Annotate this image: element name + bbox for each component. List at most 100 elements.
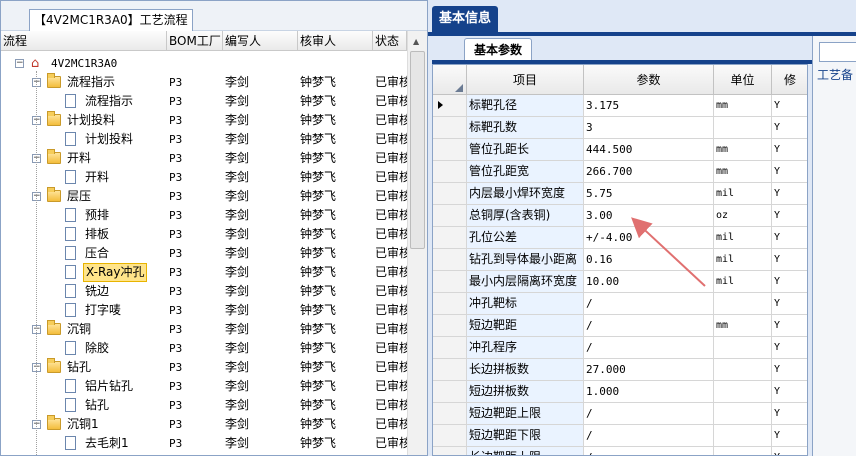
row-indicator[interactable]: [433, 315, 467, 336]
tree-item-row[interactable]: 排板 P3 李剑 钟梦飞 已审核: [1, 225, 407, 244]
row-indicator[interactable]: [433, 447, 467, 455]
row-indicator[interactable]: [433, 139, 467, 160]
tree-item-row[interactable]: 计划投料 P3 李剑 钟梦飞 已审核: [1, 130, 407, 149]
param-row[interactable]: 管位孔距宽 266.700 mm Y: [433, 161, 807, 183]
col-header-status[interactable]: 状态: [373, 31, 407, 51]
param-value-cell[interactable]: /: [584, 293, 714, 314]
row-indicator[interactable]: [433, 205, 467, 226]
param-row[interactable]: 最小内层隔离环宽度 10.00 mil Y: [433, 271, 807, 293]
tree-item-row[interactable]: 除胶 P3 李剑 钟梦飞 已审核: [1, 339, 407, 358]
param-row[interactable]: 内层最小焊环宽度 5.75 mil Y: [433, 183, 807, 205]
writer-cell: 李剑: [225, 322, 250, 336]
tree-group-row[interactable]: −沉铜1P3李剑钟梦飞已审核: [1, 415, 407, 434]
param-row[interactable]: 总铜厚(含表铜) 3.00 oz Y: [433, 205, 807, 227]
col-header-param[interactable]: 参数: [584, 65, 714, 95]
param-row[interactable]: 冲孔靶标 / Y: [433, 293, 807, 315]
param-value-cell[interactable]: /: [584, 337, 714, 358]
param-value-cell[interactable]: 3.175: [584, 95, 714, 116]
col-header-modify[interactable]: 修: [772, 65, 807, 95]
param-value-cell[interactable]: 266.700: [584, 161, 714, 182]
tree-group-row[interactable]: −钻孔P3李剑钟梦飞已审核: [1, 358, 407, 377]
param-row[interactable]: 孔位公差 +/-4.00 mil Y: [433, 227, 807, 249]
tree-item-row[interactable]: 铣边 P3 李剑 钟梦飞 已审核: [1, 282, 407, 301]
tab-process-flow[interactable]: 【4V2MC1R3A0】工艺流程: [29, 9, 193, 31]
row-indicator[interactable]: [433, 249, 467, 270]
param-modify-cell: Y: [772, 293, 807, 314]
tab-basic-info[interactable]: 基本信息: [432, 6, 498, 32]
param-value-cell[interactable]: 1.000: [584, 381, 714, 402]
param-value-cell[interactable]: 27.000: [584, 359, 714, 380]
param-value-cell[interactable]: /: [584, 447, 714, 455]
param-value-cell[interactable]: /: [584, 403, 714, 424]
tree-group-row[interactable]: −计划投料P3李剑钟梦飞已审核: [1, 111, 407, 130]
param-row[interactable]: 短边靶距上限 / Y: [433, 403, 807, 425]
param-row[interactable]: 标靶孔数 3 Y: [433, 117, 807, 139]
param-row[interactable]: 管位孔距长 444.500 mm Y: [433, 139, 807, 161]
row-indicator[interactable]: [433, 337, 467, 358]
tree-item-row[interactable]: 铝片钻孔 P3 李剑 钟梦飞 已审核: [1, 377, 407, 396]
tree-group-row[interactable]: −层压P3李剑钟梦飞已审核: [1, 187, 407, 206]
param-row[interactable]: 短边靶距下限 / Y: [433, 425, 807, 447]
param-item-cell: 管位孔距长: [467, 139, 584, 160]
tree-item-label: 打字唛: [85, 303, 122, 317]
tree-item-row[interactable]: X-Ray冲孔 P3 李剑 钟梦飞 已审核: [1, 263, 407, 282]
param-row[interactable]: 钻孔到导体最小距离 0.16 mil Y: [433, 249, 807, 271]
param-unit-cell: mil: [714, 271, 772, 292]
row-indicator[interactable]: [433, 359, 467, 380]
param-row[interactable]: 冲孔程序 / Y: [433, 337, 807, 359]
tab-basic-params[interactable]: 基本参数: [464, 38, 532, 60]
col-header-reviewer[interactable]: 核审人: [298, 31, 373, 51]
param-value-cell[interactable]: 10.00: [584, 271, 714, 292]
tree-item-row[interactable]: 压合 P3 李剑 钟梦飞 已审核: [1, 244, 407, 263]
tree-scrollbar[interactable]: ▲: [407, 31, 427, 455]
col-header-writer[interactable]: 编写人: [223, 31, 298, 51]
row-indicator[interactable]: [433, 227, 467, 248]
param-row[interactable]: 长边靶距上限/ Y: [433, 447, 807, 455]
document-icon: [65, 303, 76, 317]
tree-item-row[interactable]: 去毛刺1 P3 李剑 钟梦飞 已审核: [1, 434, 407, 453]
tree-root-row[interactable]: − ⌂ 4V2MC1R3A0: [1, 54, 407, 73]
param-value-cell[interactable]: +/-4.00: [584, 227, 714, 248]
scroll-up-icon[interactable]: ▲: [413, 37, 419, 46]
tree-item-row[interactable]: 流程指示 P3 李剑 钟梦飞 已审核: [1, 92, 407, 111]
scrollbar-thumb[interactable]: [410, 51, 425, 249]
row-indicator[interactable]: [433, 95, 467, 116]
tree-group-row[interactable]: −沉铜P3李剑钟梦飞已审核: [1, 320, 407, 339]
col-header-unit[interactable]: 单位: [714, 65, 772, 95]
tree-group-row[interactable]: −开料P3李剑钟梦飞已审核: [1, 149, 407, 168]
param-value-cell[interactable]: 444.500: [584, 139, 714, 160]
param-row[interactable]: 长边拼板数 27.000 Y: [433, 359, 807, 381]
row-indicator[interactable]: [433, 117, 467, 138]
col-header-process[interactable]: 流程: [1, 31, 167, 51]
param-value-cell[interactable]: /: [584, 425, 714, 446]
row-indicator[interactable]: [433, 293, 467, 314]
row-indicator[interactable]: [433, 271, 467, 292]
param-value-cell[interactable]: /: [584, 315, 714, 336]
row-indicator[interactable]: [433, 183, 467, 204]
param-row[interactable]: 标靶孔径 3.175 mm Y: [433, 95, 807, 117]
tree-item-row[interactable]: 开料 P3 李剑 钟梦飞 已审核: [1, 168, 407, 187]
collapse-icon[interactable]: −: [15, 59, 24, 68]
status-cell: 已审核: [375, 265, 407, 279]
param-row[interactable]: 短边拼板数 1.000 Y: [433, 381, 807, 403]
tree-item-row[interactable]: 钻孔 P3 李剑 钟梦飞 已审核: [1, 396, 407, 415]
grid-corner[interactable]: [433, 65, 467, 95]
tree-item-row[interactable]: 预排 P3 李剑 钟梦飞 已审核: [1, 206, 407, 225]
tree-group-row[interactable]: −流程指示P3李剑钟梦飞已审核: [1, 73, 407, 92]
bom-cell: P3: [169, 323, 183, 336]
param-value-cell[interactable]: 3.00: [584, 205, 714, 226]
row-indicator[interactable]: [433, 425, 467, 446]
tab-process-notes[interactable]: 工艺备: [817, 66, 853, 83]
col-header-item[interactable]: 项目: [467, 65, 584, 95]
row-indicator[interactable]: [433, 161, 467, 182]
param-modify-cell: Y: [772, 205, 807, 226]
param-value-cell[interactable]: 3: [584, 117, 714, 138]
param-value-cell[interactable]: 0.16: [584, 249, 714, 270]
status-cell: 已审核: [375, 75, 407, 89]
tree-item-row[interactable]: 打字唛 P3 李剑 钟梦飞 已审核: [1, 301, 407, 320]
row-indicator[interactable]: [433, 403, 467, 424]
param-row[interactable]: 短边靶距 / mm Y: [433, 315, 807, 337]
col-header-bom[interactable]: BOM工厂: [167, 31, 223, 51]
param-value-cell[interactable]: 5.75: [584, 183, 714, 204]
row-indicator[interactable]: [433, 381, 467, 402]
